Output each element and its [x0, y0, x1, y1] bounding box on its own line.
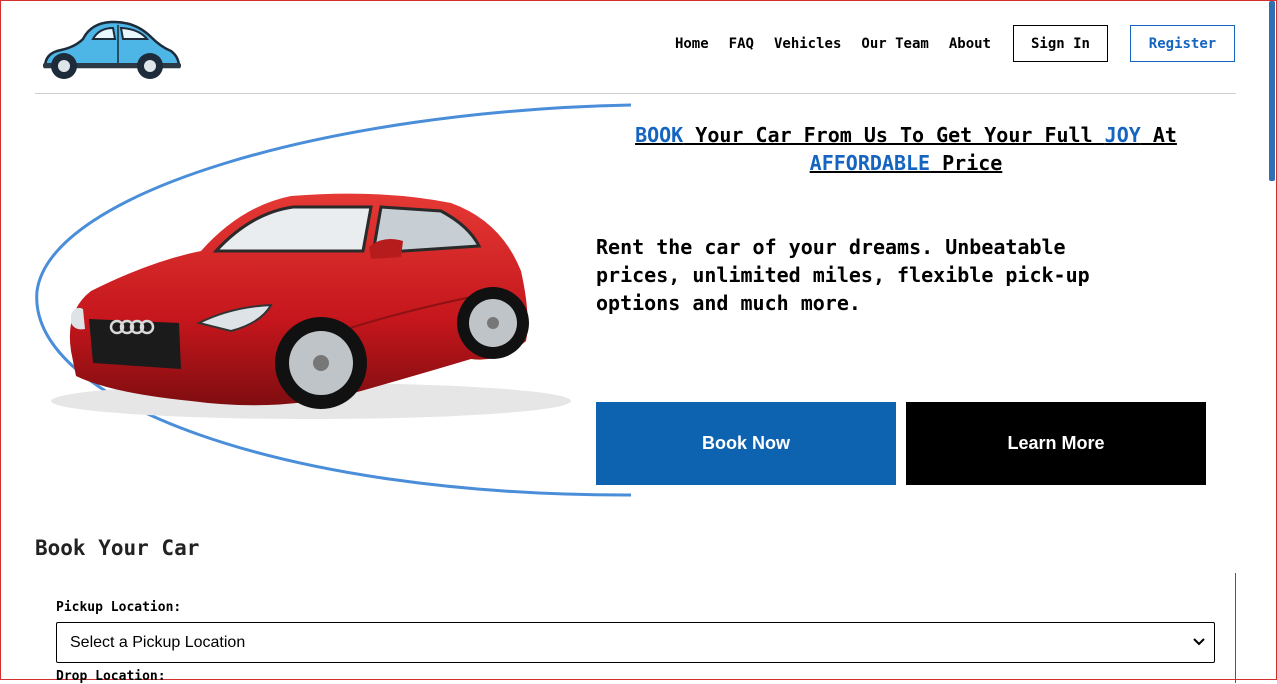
drop-location-label: Drop Location:	[56, 669, 166, 684]
learn-more-button[interactable]: Learn More	[906, 402, 1206, 485]
headline-word-joy: JOY	[1104, 123, 1141, 147]
booking-section-title: Book Your Car	[35, 536, 200, 560]
pickup-location-value: Select a Pickup Location	[70, 633, 246, 651]
main-nav: Home FAQ Vehicles Our Team About Sign In…	[655, 25, 1235, 62]
headline-word-affordable: AFFORDABLE	[809, 151, 931, 175]
headline-text-1: Your Car From Us To Get Your Full	[683, 123, 1105, 147]
hero-headline: BOOK Your Car From Us To Get Your Full J…	[576, 121, 1236, 177]
nav-link-about[interactable]: About	[949, 36, 991, 52]
booking-form-border	[1235, 573, 1236, 683]
nav-link-home[interactable]: Home	[675, 36, 709, 52]
nav-link-faq[interactable]: FAQ	[729, 36, 754, 52]
sign-in-button[interactable]: Sign In	[1013, 25, 1108, 62]
register-button[interactable]: Register	[1130, 25, 1235, 62]
hero-tagline: Rent the car of your dreams. Unbeatable …	[596, 235, 1090, 315]
pickup-location-select[interactable]: Select a Pickup Location	[56, 622, 1215, 663]
headline-word-book: BOOK	[635, 123, 684, 147]
pickup-location-label: Pickup Location:	[56, 600, 182, 615]
nav-link-our-team[interactable]: Our Team	[861, 36, 928, 52]
red-sports-car-image	[35, 103, 632, 497]
book-now-button[interactable]: Book Now	[596, 402, 896, 485]
headline-text-2: At	[1140, 123, 1177, 147]
page-scrollbar[interactable]	[1269, 1, 1275, 181]
logo-car-icon[interactable]	[39, 17, 183, 83]
headline-text-3: Price	[930, 151, 1003, 175]
chevron-down-icon	[1193, 638, 1205, 646]
header-divider	[35, 93, 1236, 94]
nav-link-vehicles[interactable]: Vehicles	[774, 36, 841, 52]
